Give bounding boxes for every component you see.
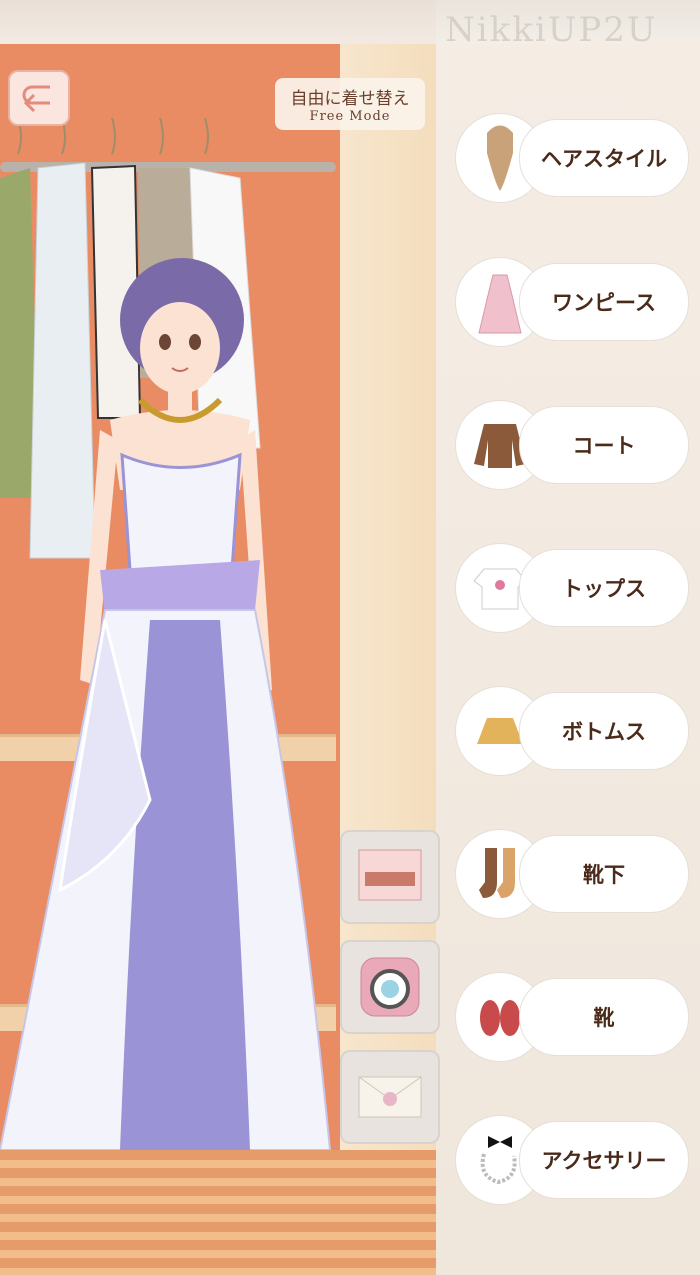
mode-title: 自由に着せ替え — [290, 89, 410, 109]
background-scene-button[interactable] — [340, 830, 440, 924]
category-label: 靴下 — [519, 835, 689, 913]
background-scene-icon — [358, 849, 422, 901]
category-tops-button[interactable]: トップス — [455, 543, 689, 633]
letter-icon — [358, 1076, 422, 1118]
category-socks-button[interactable]: 靴下 — [455, 829, 689, 919]
floor — [0, 1150, 436, 1275]
category-bottoms-button[interactable]: ボトムス — [455, 686, 689, 776]
category-label: アクセサリー — [519, 1121, 689, 1199]
camera-icon — [360, 957, 420, 1017]
category-label: コート — [519, 406, 689, 484]
category-label: ボトムス — [519, 692, 689, 770]
mode-badge: 自由に着せ替え Free Mode — [275, 78, 425, 130]
category-label: 靴 — [519, 978, 689, 1056]
category-label: ヘアスタイル — [519, 119, 689, 197]
back-button[interactable] — [8, 70, 70, 126]
category-accessory-button[interactable]: アクセサリー — [455, 1115, 689, 1205]
category-panel — [436, 44, 700, 1275]
category-label: ワンピース — [519, 263, 689, 341]
category-hairstyle-button[interactable]: ヘアスタイル — [455, 113, 689, 203]
character-avatar — [0, 258, 332, 1151]
camera-button[interactable] — [340, 940, 440, 1034]
letter-button[interactable] — [340, 1050, 440, 1144]
game-logo: NikkiUP2U — [445, 10, 658, 50]
category-shoes-button[interactable]: 靴 — [455, 972, 689, 1062]
back-arrow-icon — [22, 85, 50, 113]
category-label: トップス — [519, 549, 689, 627]
category-dress-button[interactable]: ワンピース — [455, 257, 689, 347]
mode-subtitle: Free Mode — [309, 109, 391, 124]
category-coat-button[interactable]: コート — [455, 400, 689, 490]
